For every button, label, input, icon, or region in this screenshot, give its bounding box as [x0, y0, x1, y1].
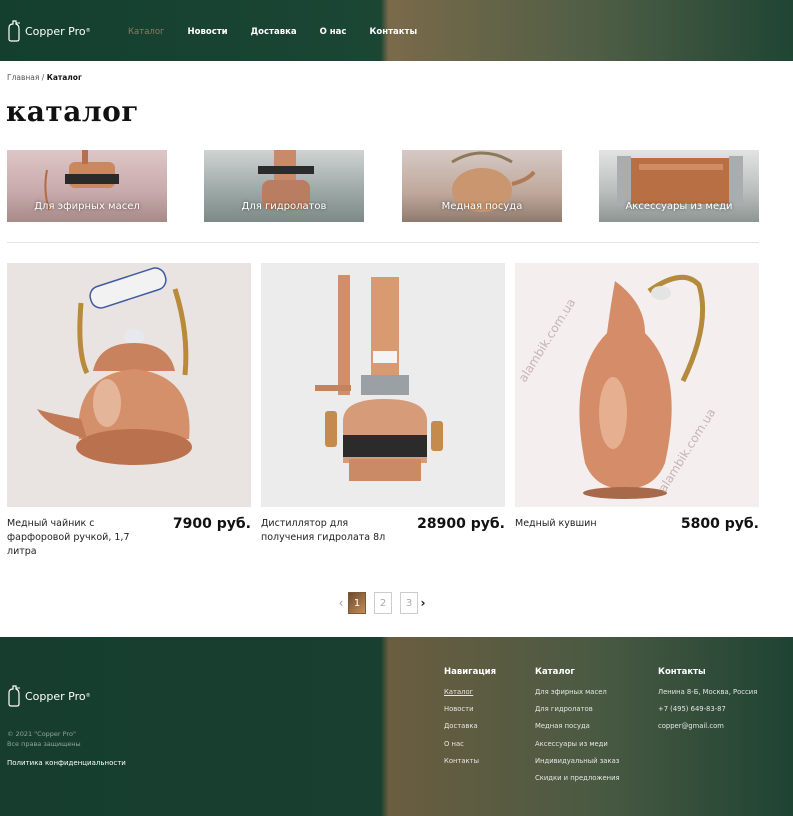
product-image-kettle[interactable]	[7, 263, 251, 507]
category-label: Для гидролатов	[241, 201, 327, 212]
site-header: Copper Pro ® Каталог Новости Доставка О н…	[0, 0, 793, 61]
category-strip: Для эфирных масел Для гидролатов Медная …	[7, 150, 759, 222]
site-logo[interactable]: Copper Pro ®	[7, 20, 91, 42]
footer-catalog-column: Каталог Для эфирных масел Для гидролатов…	[535, 667, 620, 791]
copyright: © 2021 "Copper Pro" Все права защищены	[7, 729, 81, 749]
footer-nav-column: Навигация Каталог Новости Доставка О нас…	[444, 667, 496, 774]
footer-contacts-title: Контакты	[658, 667, 706, 677]
product-image-distiller[interactable]	[261, 263, 505, 507]
product-price: 7900 руб.	[172, 516, 251, 532]
category-label: Для эфирных масел	[34, 201, 140, 212]
product-card[interactable]: alambik.com.ua alambik.com.ua Медный кув…	[515, 263, 759, 532]
category-copper-ware[interactable]: Медная посуда	[402, 150, 562, 222]
category-label: Медная посуда	[441, 201, 523, 212]
page-3[interactable]: 3	[400, 592, 418, 614]
main-nav: Каталог Новости Доставка О нас Контакты	[128, 27, 440, 37]
nav-about[interactable]: О нас	[320, 27, 347, 37]
product-image-jug[interactable]: alambik.com.ua alambik.com.ua	[515, 263, 759, 507]
still-logo-icon	[8, 685, 20, 707]
category-label: Аксессуары из меди	[625, 201, 733, 212]
breadcrumb: Главная / Каталог	[7, 73, 82, 82]
footer-contacts-column: Контакты Ленина 8-Б, Москва, Россия +7 (…	[658, 667, 757, 740]
footer-catalog-title: Каталог	[535, 667, 575, 677]
breadcrumb-home[interactable]: Главная	[7, 73, 39, 82]
footer-nav-title: Навигация	[444, 667, 497, 677]
jug-illustration: alambik.com.ua alambik.com.ua	[516, 274, 718, 499]
copyright-line: © 2021 "Copper Pro"	[7, 730, 76, 738]
privacy-policy-link[interactable]: Политика конфиденциальности	[7, 759, 126, 767]
footer-email[interactable]: copper@gmail.com	[658, 722, 757, 730]
rights-line: Все права защищены	[7, 740, 81, 748]
footer-link-contacts[interactable]: Контакты	[444, 757, 496, 765]
category-essential-oils[interactable]: Для эфирных масел	[7, 150, 167, 222]
nav-news[interactable]: Новости	[188, 27, 228, 37]
footer-link-news[interactable]: Новости	[444, 705, 496, 713]
product-card[interactable]: Дистиллятор для получения гидролата 8л 2…	[261, 263, 505, 543]
footer-link-essential-oils[interactable]: Для эфирных масел	[535, 688, 620, 696]
page-title: каталог	[6, 95, 139, 128]
nav-delivery[interactable]: Доставка	[251, 27, 297, 37]
footer-logo[interactable]: Copper Pro ®	[7, 685, 91, 707]
nav-catalog[interactable]: Каталог	[128, 27, 165, 37]
breadcrumb-current: Каталог	[46, 73, 82, 82]
site-footer: Copper Pro ® © 2021 "Copper Pro" Все прав…	[0, 637, 793, 816]
product-name[interactable]: Дистиллятор для получения гидролата 8л	[261, 517, 396, 545]
footer-link-custom-order[interactable]: Индивидуальный заказ	[535, 757, 620, 765]
category-hydrolats[interactable]: Для гидролатов	[204, 150, 364, 222]
product-price: 5800 руб.	[680, 516, 759, 532]
footer-address: Ленина 8-Б, Москва, Россия	[658, 688, 758, 696]
breadcrumb-separator: /	[39, 73, 47, 82]
footer-phone[interactable]: +7 (495) 649-83-87	[658, 705, 757, 713]
footer-link-about[interactable]: О нас	[444, 740, 496, 748]
page-1[interactable]: 1	[348, 592, 366, 614]
section-divider	[7, 242, 759, 243]
nav-contacts[interactable]: Контакты	[369, 27, 417, 37]
product-card[interactable]: Медный чайник с фарфоровой ручкой, 1,7 л…	[7, 263, 251, 557]
prev-page-icon[interactable]: ‹	[336, 596, 346, 610]
watermark: alambik.com.ua	[516, 296, 579, 385]
product-price: 28900 руб.	[417, 516, 505, 532]
distiller-illustration	[315, 275, 443, 481]
logo-text: Copper Pro	[25, 24, 86, 38]
footer-logo-text: Copper Pro	[25, 689, 86, 703]
footer-link-delivery[interactable]: Доставка	[444, 722, 496, 730]
footer-link-accessories[interactable]: Аксессуары из меди	[535, 740, 620, 748]
category-accessories[interactable]: Аксессуары из меди	[599, 150, 759, 222]
footer-link-discounts[interactable]: Скидки и предложения	[535, 774, 620, 782]
footer-link-catalog[interactable]: Каталог	[444, 688, 496, 696]
page-2[interactable]: 2	[374, 592, 392, 614]
pagination: ‹ 1 2 3 ›	[336, 592, 428, 614]
footer-link-copper-ware[interactable]: Медная посуда	[535, 722, 620, 730]
product-name[interactable]: Медный чайник с фарфоровой ручкой, 1,7 л…	[7, 517, 142, 559]
footer-link-hydrolats[interactable]: Для гидролатов	[535, 705, 620, 713]
next-page-icon[interactable]: ›	[418, 596, 428, 610]
still-logo-icon	[8, 20, 20, 42]
product-name[interactable]: Медный кувшин	[515, 517, 650, 531]
kettle-illustration	[37, 267, 192, 465]
